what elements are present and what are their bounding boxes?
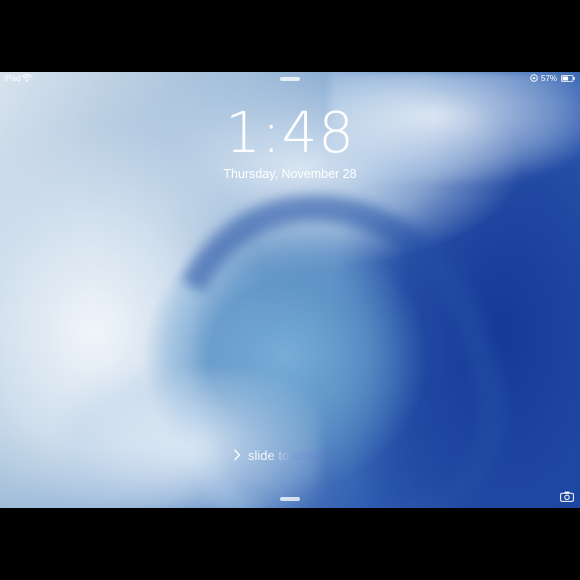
slide-to-unlock-label: slide to unlock <box>248 447 331 463</box>
chevron-right-icon <box>234 449 241 461</box>
battery-percent: 57% <box>541 74 558 83</box>
battery-fill <box>562 76 569 81</box>
device-frame: iPad 57% 1:48 Thursday, November 28 slid… <box>0 0 580 580</box>
orientation-lock-icon <box>530 74 538 82</box>
wallpaper-spray <box>60 372 320 508</box>
camera-icon[interactable] <box>560 491 574 502</box>
control-center-grabber[interactable] <box>280 497 300 501</box>
wifi-icon <box>22 74 32 82</box>
lock-screen-time: 1:48 <box>225 101 355 166</box>
slide-to-unlock[interactable]: slide to unlock <box>233 447 330 463</box>
battery-icon <box>561 75 575 82</box>
notification-center-grabber[interactable] <box>280 77 300 81</box>
lock-screen-date: Thursday, November 28 <box>223 167 357 181</box>
device-name: iPad <box>4 74 21 83</box>
